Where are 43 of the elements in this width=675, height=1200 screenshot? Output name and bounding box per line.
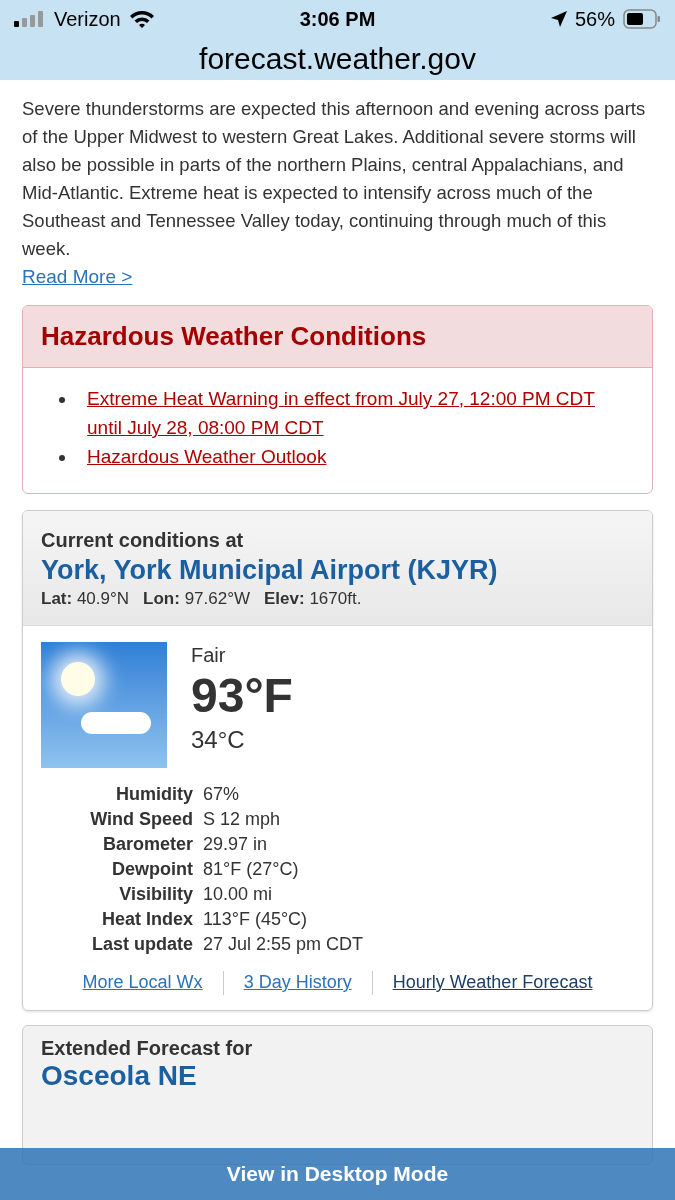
conditions-link[interactable]: 3 Day History: [243, 969, 352, 996]
hazard-title: Hazardous Weather Conditions: [41, 320, 427, 353]
detail-label: Dewpoint: [111, 858, 193, 881]
bullet-icon: [59, 455, 65, 461]
detail-label: Last update: [91, 933, 193, 956]
wifi-icon: [128, 9, 155, 29]
summary-paragraph: Severe thunderstorms are expected this afternoon and evening across parts of the Upper Midwest to western Great Lakes. Additional severe storms will also be possible in parts of the northern Plains, central Appalachians, and Mid-Atlantic. Extreme heat is expected to intensify across much of the Southeast and Tennessee Valley today, continuing through much of this week.: [22, 97, 647, 261]
extended-place: Osceola NE: [41, 1060, 197, 1092]
condition-text: Fair: [191, 643, 227, 668]
detail-value: 113°F (45°C): [203, 908, 308, 931]
url-text[interactable]: forecast.weather.gov: [199, 44, 476, 74]
detail-label: Wind Speed: [89, 808, 193, 831]
detail-value: 81°F (27°C): [203, 858, 299, 881]
detail-value: 67%: [203, 783, 240, 806]
hazard-link[interactable]: Hazardous Weather Outlook: [87, 442, 327, 471]
desktop-mode-button[interactable]: View in Desktop Mode: [0, 1148, 675, 1200]
coordinate-text: Lon: 97.62°W: [143, 588, 251, 610]
temperature-celsius: 34°C: [191, 725, 246, 755]
detail-label: Humidity: [115, 783, 193, 806]
detail-value: 10.00 mi: [203, 883, 273, 906]
carrier-name: Verizon: [54, 7, 121, 32]
detail-label: Visibility: [118, 883, 193, 906]
battery-percent: 56%: [574, 7, 615, 32]
detail-label: Heat Index: [100, 908, 193, 931]
detail-value: 27 Jul 2:55 pm CDT: [203, 933, 364, 956]
clock-time: 3:06 PM: [299, 7, 376, 32]
conditions-link[interactable]: More Local Wx: [82, 969, 203, 996]
extended-heading: Extended Forecast for: [41, 1036, 253, 1060]
location-arrow-icon: [550, 11, 567, 27]
detail-label: Barometer: [101, 833, 193, 856]
station-name: York, York Municipal Airport (KJYR): [41, 554, 499, 587]
conditions-heading: Current conditions at: [41, 528, 245, 553]
detail-value: 29.97 in: [203, 833, 268, 856]
read-more-link[interactable]: Read More >: [22, 266, 133, 287]
coordinate-text: Lat: 40.9°N: [41, 588, 130, 610]
detail-value: S 12 mph: [203, 808, 281, 831]
bullet-icon: [59, 397, 65, 403]
signal-icon: [14, 11, 46, 27]
battery-icon: [623, 9, 661, 29]
temperature-fahrenheit: 93°F: [191, 668, 293, 724]
conditions-link[interactable]: Hourly Weather Forecast: [392, 969, 593, 996]
coordinate-text: Elev: 1670ft.: [264, 588, 362, 610]
hazard-link[interactable]: Extreme Heat Warning in effect from July 27, 12:00 PM CDT until July 28, 08:00 PM CDT: [87, 384, 622, 442]
